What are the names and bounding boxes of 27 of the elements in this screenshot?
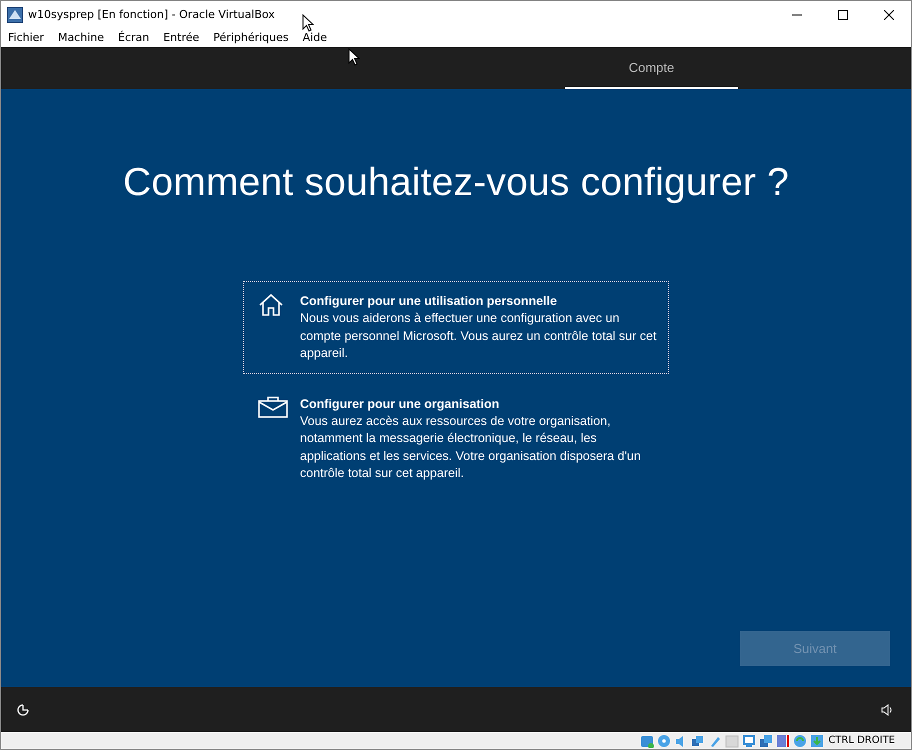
menu-item[interactable]: Fichier — [8, 31, 44, 44]
close-icon[interactable] — [884, 10, 894, 20]
option-description: Nous vous aiderons à effectuer une configuration avec un compte personnel Microsoft. Vous aurez un contrôle total sur cet appareil. — [300, 310, 658, 362]
network-icon[interactable] — [691, 734, 706, 748]
option-title: Configurer pour une organisation — [300, 396, 500, 412]
monitor-icon[interactable] — [742, 734, 756, 748]
volume-icon[interactable] — [880, 702, 894, 716]
menu-item[interactable]: Écran — [118, 31, 150, 44]
option-title: Configurer pour une utilisation personnelle — [300, 293, 558, 310]
download-icon[interactable] — [810, 734, 824, 748]
maximize-icon[interactable] — [838, 10, 848, 20]
option-card[interactable]: Configurer pour une utilisation personnelle Nous vous aiderons à effectuer une configuration avec un compte personnel Microsoft. Vous aurez un contrôle total sur cet appareil. — [243, 281, 669, 374]
menu-item[interactable]: Entrée — [163, 31, 200, 44]
option-description: Vous aurez accès aux ressources de votre organisation, notamment la messagerie électronique, le réseau, les applications et les services. Votre organisation disposera d'un contrôle total sur cet appareil. — [300, 412, 642, 482]
accessibility-icon[interactable] — [16, 702, 30, 716]
host-key-label: CTRL DROITE — [828, 735, 895, 746]
briefcase-icon — [258, 396, 288, 418]
house-icon — [258, 293, 284, 317]
optical-disc-icon[interactable] — [657, 734, 672, 748]
cursor-icon — [348, 48, 360, 66]
window-title: w10sysprep [En fonction] - Oracle VirtualBox — [28, 8, 276, 21]
menu-item[interactable]: Aide — [302, 31, 327, 44]
app-icon — [7, 6, 23, 22]
page-heading: Comment souhaitez-vous configurer ? — [123, 161, 789, 205]
cursor-icon — [302, 14, 314, 32]
menu-item[interactable]: Périphériques — [213, 31, 289, 44]
menu-item[interactable]: Machine — [58, 31, 104, 44]
